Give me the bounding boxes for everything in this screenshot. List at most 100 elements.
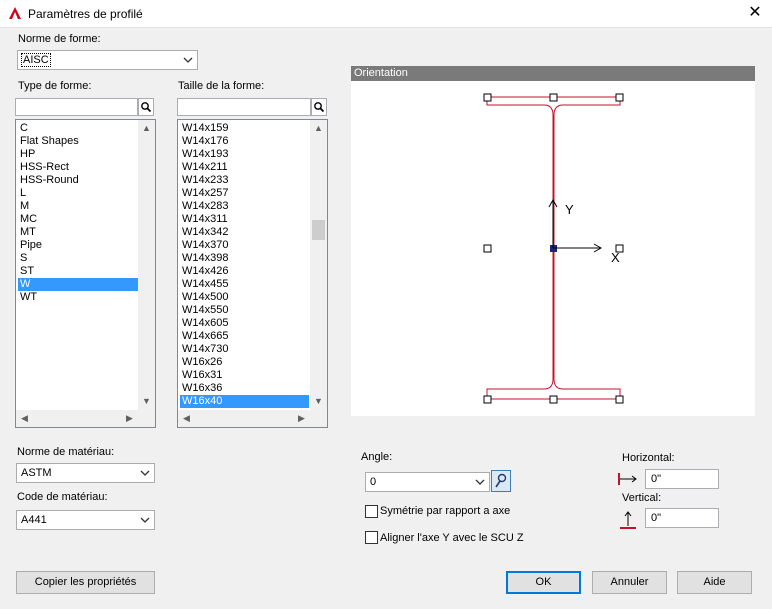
y-axis-label: Y: [565, 202, 574, 217]
vertical-offset-input[interactable]: 0": [645, 508, 719, 528]
i-beam-profile: [483, 93, 624, 404]
scroll-right-icon[interactable]: ▶: [121, 413, 138, 424]
shape-type-hscrollbar[interactable]: ◀ ▶: [16, 410, 155, 427]
material-code-value: A441: [21, 514, 47, 526]
shape-size-vscrollbar[interactable]: ▲ ▼: [310, 120, 327, 412]
scroll-right-icon[interactable]: ▶: [293, 413, 310, 424]
list-item[interactable]: W14x370: [180, 239, 309, 252]
list-item[interactable]: W14x730: [180, 343, 309, 356]
scroll-left-icon[interactable]: ◀: [16, 413, 33, 424]
list-item[interactable]: W14x426: [180, 265, 309, 278]
chevron-down-icon: [140, 517, 150, 523]
list-item[interactable]: W14x193: [180, 148, 309, 161]
shape-type-search-input[interactable]: [15, 98, 138, 116]
list-item[interactable]: W14x605: [180, 317, 309, 330]
list-item[interactable]: W14x257: [180, 187, 309, 200]
horizontal-offset-label: Horizontal:: [622, 452, 675, 464]
shape-size-search-button[interactable]: [311, 98, 327, 116]
list-item[interactable]: M: [18, 200, 138, 213]
list-item[interactable]: W14x211: [180, 161, 309, 174]
shape-standard-dropdown[interactable]: AISC: [17, 50, 198, 70]
list-item[interactable]: W14x311: [180, 213, 309, 226]
list-item[interactable]: HSS-Round: [18, 174, 138, 187]
shape-type-search-button[interactable]: [138, 98, 154, 116]
list-item[interactable]: W16x31: [180, 369, 309, 382]
list-item[interactable]: Flat Shapes: [18, 135, 138, 148]
list-item[interactable]: L: [18, 187, 138, 200]
list-item[interactable]: W14x500: [180, 291, 309, 304]
copy-properties-button[interactable]: Copier les propriétés: [16, 571, 155, 594]
list-item[interactable]: W14x398: [180, 252, 309, 265]
chevron-down-icon: [475, 479, 485, 485]
list-item[interactable]: W: [18, 278, 138, 291]
list-item[interactable]: S: [18, 252, 138, 265]
help-button[interactable]: Aide: [677, 571, 752, 594]
vertical-offset-value: 0": [651, 512, 662, 524]
list-item[interactable]: HSS-Rect: [18, 161, 138, 174]
shape-size-label: Taille de la forme:: [178, 80, 265, 92]
angle-label: Angle:: [361, 451, 393, 463]
shape-type-vscrollbar[interactable]: ▲ ▼: [138, 120, 155, 412]
vertical-offset-label: Vertical:: [622, 492, 662, 504]
chevron-down-icon: [183, 57, 193, 63]
list-item[interactable]: W14x342: [180, 226, 309, 239]
x-axis-label: X: [611, 250, 620, 265]
material-code-dropdown[interactable]: A441: [16, 510, 155, 530]
angle-value: 0: [370, 476, 377, 488]
list-item[interactable]: W14x665: [180, 330, 309, 343]
list-item[interactable]: W14x455: [180, 278, 309, 291]
list-item[interactable]: W16x40: [180, 395, 309, 408]
mirror-checkbox[interactable]: [365, 505, 378, 518]
list-item[interactable]: W16x26: [180, 356, 309, 369]
horizontal-offset-value: 0": [651, 473, 662, 485]
scroll-thumb[interactable]: [312, 220, 325, 240]
list-item[interactable]: W14x176: [180, 135, 309, 148]
shape-size-search-input[interactable]: [177, 98, 311, 116]
orientation-header: Orientation: [351, 66, 755, 81]
mirror-label: Symétrie par rapport a axe: [380, 505, 511, 517]
angle-dropdown[interactable]: 0: [365, 472, 490, 492]
orientation-preview: [351, 81, 755, 416]
window-title: Paramètres de profilé: [28, 7, 143, 21]
align-y-axis-label: Aligner l'axe Y avec le SCU Z: [380, 532, 524, 544]
search-icon: [314, 102, 325, 113]
list-item[interactable]: W14x283: [180, 200, 309, 213]
cancel-button[interactable]: Annuler: [592, 571, 667, 594]
shape-type-list[interactable]: C Flat Shapes HP HSS-Rect HSS-Round L M MC MT Pip…: [15, 119, 156, 428]
material-standard-dropdown[interactable]: ASTM: [16, 463, 155, 483]
pick-point-icon: [495, 473, 507, 488]
scroll-up-icon[interactable]: ▲: [310, 123, 327, 133]
scroll-down-icon[interactable]: ▼: [310, 396, 327, 406]
shape-standard-value: AISC: [21, 53, 51, 67]
list-item[interactable]: MT: [18, 226, 138, 239]
list-item[interactable]: WT: [18, 291, 138, 304]
align-y-axis-checkbox[interactable]: [365, 531, 378, 544]
list-item[interactable]: HP: [18, 148, 138, 161]
list-item[interactable]: C: [18, 122, 138, 135]
horizontal-offset-icon: [618, 473, 637, 485]
material-standard-label: Norme de matériau:: [17, 446, 115, 458]
scroll-up-icon[interactable]: ▲: [138, 123, 155, 133]
close-icon[interactable]: ✕: [744, 3, 766, 23]
ok-button[interactable]: OK: [506, 571, 581, 594]
list-item[interactable]: W14x233: [180, 174, 309, 187]
list-item[interactable]: W14x159: [180, 122, 309, 135]
autocad-app-icon: [9, 7, 21, 19]
list-item[interactable]: ST: [18, 265, 138, 278]
shape-size-list[interactable]: W14x159 W14x176 W14x193 W14x211 W14x233 W14x2…: [177, 119, 328, 428]
material-standard-value: ASTM: [21, 467, 52, 479]
shape-standard-label: Norme de forme:: [18, 33, 101, 45]
search-icon: [141, 102, 152, 113]
list-item[interactable]: W16x36: [180, 382, 309, 395]
shape-size-hscrollbar[interactable]: ◀ ▶: [178, 410, 327, 427]
horizontal-offset-input[interactable]: 0": [645, 469, 719, 489]
chevron-down-icon: [140, 470, 150, 476]
list-item[interactable]: MC: [18, 213, 138, 226]
material-code-label: Code de matériau:: [17, 491, 108, 503]
scroll-left-icon[interactable]: ◀: [178, 413, 195, 424]
vertical-offset-icon: [620, 511, 636, 529]
pick-angle-button[interactable]: [491, 470, 511, 492]
scroll-down-icon[interactable]: ▼: [138, 396, 155, 406]
list-item[interactable]: Pipe: [18, 239, 138, 252]
list-item[interactable]: W14x550: [180, 304, 309, 317]
